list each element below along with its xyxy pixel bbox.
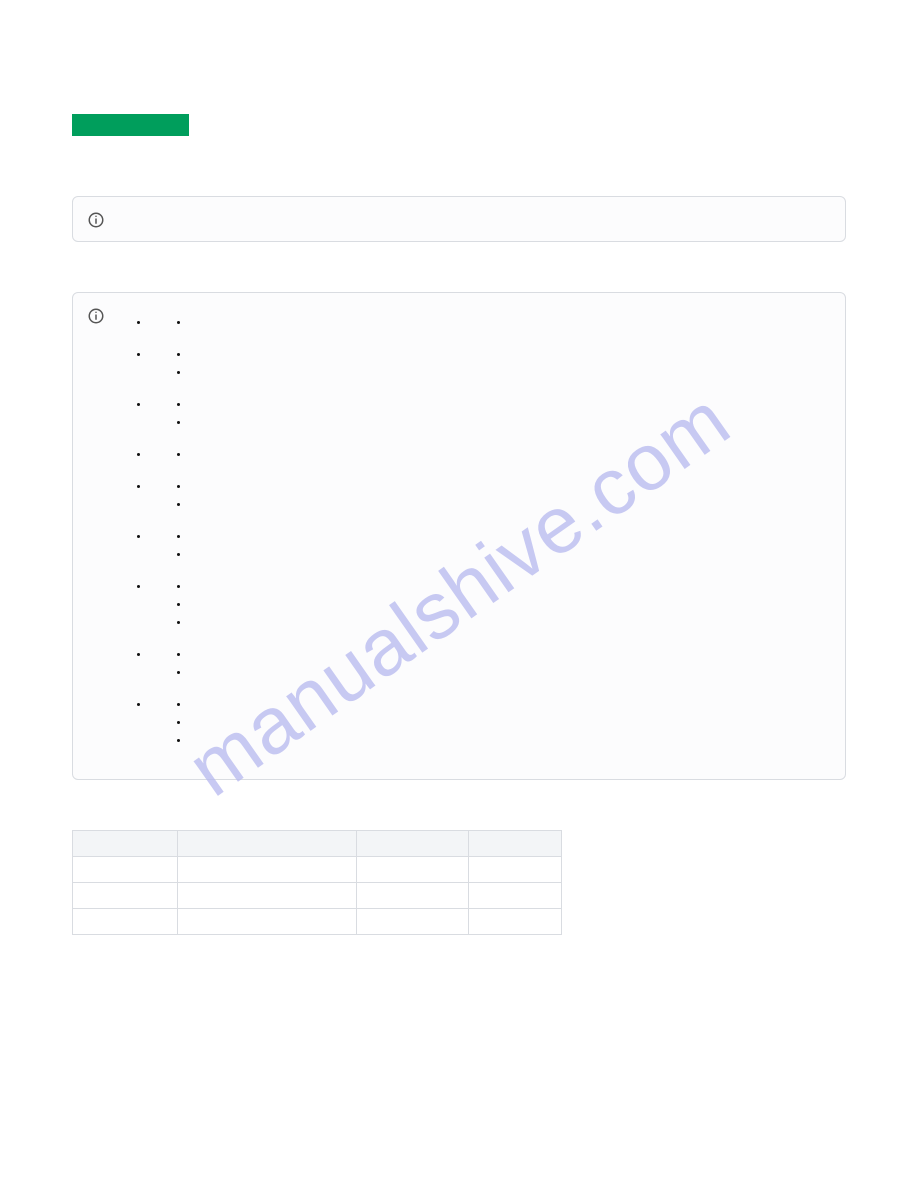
table-row xyxy=(73,883,562,909)
info-icon xyxy=(87,307,105,325)
table-cell xyxy=(177,883,357,909)
list-item xyxy=(149,581,189,625)
table-cell xyxy=(469,883,562,909)
list-item xyxy=(149,481,189,507)
table-header xyxy=(469,831,562,857)
list-item xyxy=(149,699,189,743)
list-item xyxy=(149,399,189,425)
table-cell xyxy=(469,909,562,935)
table-cell xyxy=(177,857,357,883)
table-header xyxy=(73,831,178,857)
table-cell xyxy=(357,857,469,883)
table-header xyxy=(357,831,469,857)
info-icon xyxy=(87,211,105,229)
table-row xyxy=(73,857,562,883)
list-item xyxy=(149,349,189,375)
table-cell xyxy=(73,857,178,883)
list-item xyxy=(149,317,189,325)
document-page: manualshive.com xyxy=(0,0,918,1188)
table-cell xyxy=(357,883,469,909)
table-cell xyxy=(177,909,357,935)
list-item xyxy=(149,449,189,457)
section-header-bar xyxy=(72,114,189,136)
table-cell xyxy=(73,909,178,935)
table-header-row xyxy=(73,831,562,857)
list-item xyxy=(149,531,189,557)
info-callout-2 xyxy=(72,292,846,780)
data-table xyxy=(72,830,846,935)
list-item xyxy=(149,649,189,675)
table-header xyxy=(177,831,357,857)
table-cell xyxy=(357,909,469,935)
nested-list xyxy=(149,311,189,767)
info-callout-1 xyxy=(72,196,846,242)
table-cell xyxy=(469,857,562,883)
table-row xyxy=(73,909,562,935)
table-cell xyxy=(73,883,178,909)
